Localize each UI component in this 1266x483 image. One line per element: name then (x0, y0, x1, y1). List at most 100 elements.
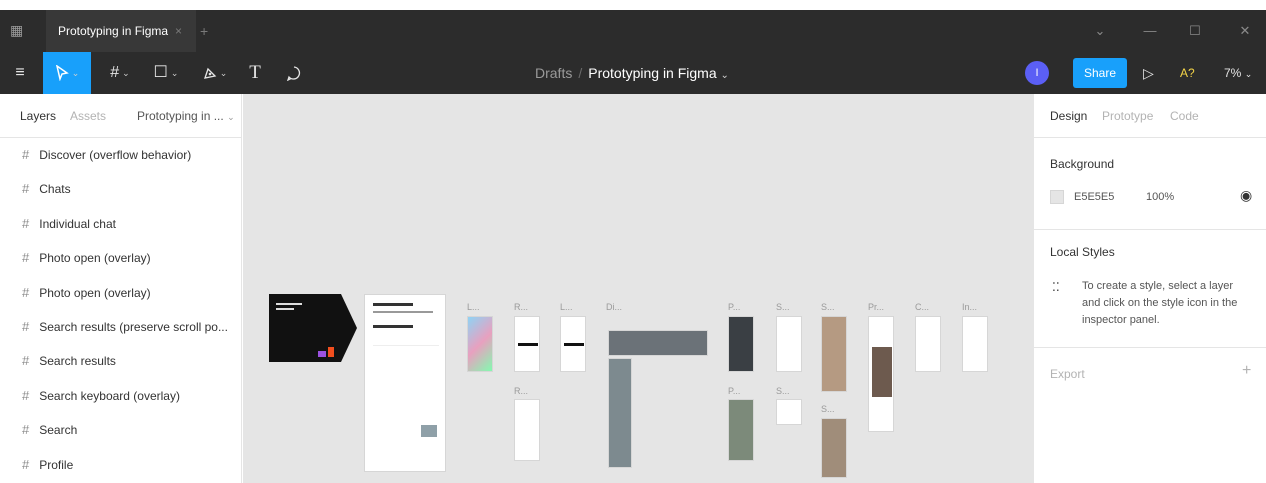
layer-label: Search (39, 423, 78, 438)
tab-prototyping-in-figma[interactable]: Prototyping in Figma × (46, 10, 196, 52)
phone-frame[interactable] (776, 399, 802, 425)
frame-icon: # (22, 422, 30, 438)
phone-frame[interactable] (728, 399, 754, 461)
tab-design[interactable]: Design (1050, 109, 1087, 123)
notes-heading (373, 325, 413, 328)
phone-frame[interactable] (915, 316, 941, 372)
tab-prototype[interactable]: Prototype (1102, 109, 1153, 123)
frame-label: S... (821, 404, 835, 414)
local-styles-title: Local Styles (1050, 245, 1115, 259)
notes-heading (373, 303, 413, 306)
figma-menu-icon[interactable]: ▦ (10, 22, 26, 38)
layer-label: Search results (39, 354, 116, 369)
frame-icon: # (22, 318, 30, 334)
frame-icon: # (22, 215, 30, 231)
close-window-icon[interactable]: ✕ (1230, 10, 1260, 52)
frame-label: Pr... (868, 302, 885, 312)
share-button[interactable]: Share (1073, 58, 1127, 88)
cover-frame[interactable] (269, 294, 341, 362)
background-hex-input[interactable]: E5E5E5 (1074, 191, 1114, 203)
tab-close-icon[interactable]: × (175, 10, 182, 52)
pen-tool-icon[interactable]: ⌄ (194, 52, 236, 94)
canvas[interactable]: L... R... L... Di... P... S... S... Pr..… (243, 94, 1033, 483)
layer-label: Individual chat (39, 216, 116, 231)
background-opacity-input[interactable]: 100% (1146, 191, 1174, 203)
chevron-down-icon[interactable]: ⌄ (721, 70, 729, 81)
layer-item[interactable]: # Individual chat (0, 207, 241, 241)
text-tool-icon[interactable]: T (244, 52, 266, 94)
layer-item[interactable]: # Search results (preserve scroll po... (0, 310, 241, 344)
file-name[interactable]: Prototyping in Figma (588, 65, 716, 81)
layer-item[interactable]: # Photo open (overlay) (0, 276, 241, 310)
frame-photos (872, 347, 892, 397)
frame-label: S... (821, 302, 835, 312)
phone-frame[interactable] (467, 316, 493, 372)
tab-title: Prototyping in Figma (58, 24, 169, 38)
move-tool-icon[interactable]: ⌄ (43, 52, 91, 94)
phone-frame[interactable] (776, 316, 802, 372)
comment-tool-icon[interactable] (282, 52, 306, 94)
tab-layers[interactable]: Layers (20, 109, 56, 123)
layer-item[interactable]: # Photo open (overlay) (0, 241, 241, 275)
phone-frame[interactable] (868, 316, 894, 432)
cover-arrow (341, 294, 357, 362)
new-tab-icon[interactable]: + (200, 10, 208, 52)
zoom-value: 7% (1224, 66, 1242, 80)
page-selector[interactable]: Prototyping in ... ⌄ (137, 109, 235, 123)
frame-label: C... (915, 302, 930, 312)
frame-label: R... (514, 386, 529, 396)
photo-column[interactable] (608, 358, 632, 468)
chevron-down-icon[interactable]: ⌄ (1085, 10, 1115, 52)
shape-tool-icon[interactable]: ☐ ⌄ (146, 52, 186, 94)
local-styles-hint: To create a style, select a layer and cl… (1082, 280, 1238, 326)
chevron-down-icon: ⌄ (227, 112, 235, 122)
frame-label: L... (560, 302, 573, 312)
frame-icon: # (22, 284, 30, 300)
layer-item[interactable]: # Search (0, 413, 241, 447)
phone-frame[interactable] (728, 316, 754, 372)
tab-code[interactable]: Code (1170, 109, 1199, 123)
phone-frame[interactable] (821, 316, 847, 392)
discover-strip[interactable] (608, 330, 708, 356)
notes-frame[interactable] (364, 294, 446, 472)
frame-icon: # (22, 353, 30, 369)
layer-item[interactable]: # Search results (0, 344, 241, 378)
frame-icon: # (22, 181, 30, 197)
zoom-level[interactable]: 7% ⌄ (1224, 52, 1252, 94)
frame-label: L... (467, 302, 480, 312)
layer-item[interactable]: # Search keyboard (overlay) (0, 379, 241, 413)
present-icon[interactable]: ▷ (1143, 52, 1154, 94)
eye-icon[interactable]: ◉ (1240, 187, 1252, 204)
minimize-icon[interactable]: — (1135, 10, 1165, 52)
layer-item[interactable]: # Discover (overflow behavior) (0, 138, 241, 172)
background-swatch[interactable] (1050, 190, 1064, 204)
hamburger-icon[interactable]: ≡ (8, 52, 32, 94)
frame-label: P... (728, 386, 741, 396)
phone-frame[interactable] (514, 316, 540, 372)
phone-frame[interactable] (514, 399, 540, 461)
export-section-title: Export (1050, 367, 1085, 381)
layer-label: Profile (39, 457, 74, 472)
tab-assets[interactable]: Assets (70, 109, 106, 123)
maximize-icon[interactable]: ☐ (1180, 10, 1210, 52)
phone-frame[interactable] (962, 316, 988, 372)
breadcrumb-drafts[interactable]: Drafts (535, 65, 572, 81)
layer-item[interactable]: # Profile (0, 448, 241, 482)
frame-icon: # (22, 387, 30, 403)
frame-label: S... (776, 386, 790, 396)
background-section-title: Background (1050, 157, 1115, 171)
frame-bar (518, 343, 538, 346)
phone-frame[interactable] (821, 418, 847, 478)
frame-label: R... (514, 302, 529, 312)
add-export-icon[interactable]: + (1242, 362, 1251, 380)
divider (1034, 347, 1266, 348)
layer-item[interactable]: # Chats (0, 172, 241, 206)
frame-label: Di... (606, 302, 623, 312)
frame-tool-icon[interactable]: # ⌄ (100, 52, 140, 94)
help-button[interactable]: A? (1180, 52, 1195, 94)
avatar[interactable]: I (1025, 61, 1049, 85)
phone-frame[interactable] (560, 316, 586, 372)
right-panel-tabs: Design Prototype Code (1034, 94, 1266, 138)
layer-label: Photo open (overlay) (39, 285, 151, 300)
figma-logo-icon (318, 351, 326, 357)
